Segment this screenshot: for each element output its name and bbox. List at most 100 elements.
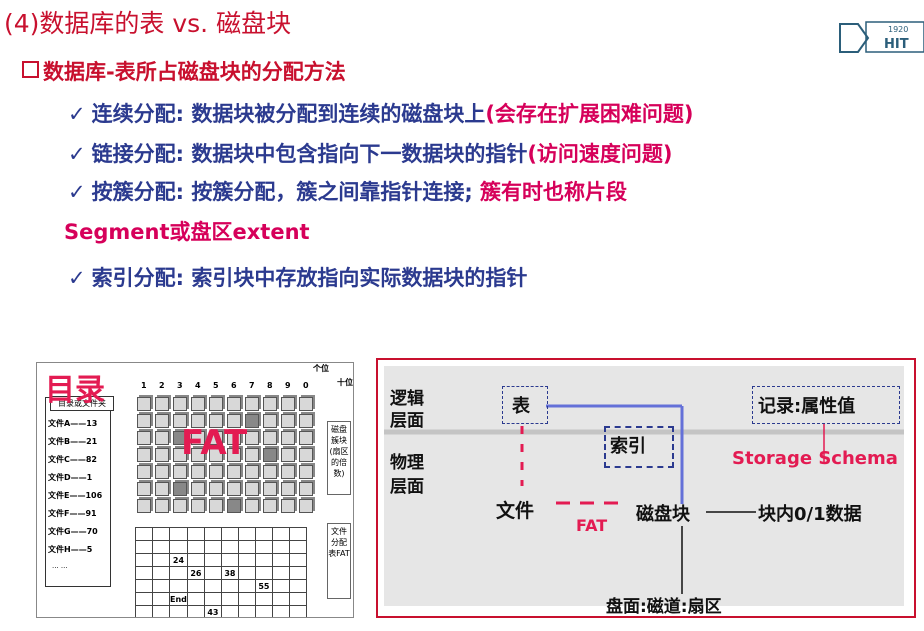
directory-panel: 目录或文件夹 文件A——13 文件B——21 文件C——82 文件D——1 文件… (45, 396, 114, 587)
disk-block-cube (245, 499, 259, 513)
fat-cell: 26 (186, 566, 205, 580)
disk-block-label: 磁盘块 (636, 504, 690, 525)
disk-block-cube (263, 397, 277, 411)
disk-block-cube (227, 465, 241, 479)
check-icon: ✓ (68, 180, 86, 204)
disk-block-cube (263, 431, 277, 445)
disk-block-cube (191, 397, 205, 411)
fat-cell: 38 (220, 566, 239, 580)
column-number: 3 (177, 381, 183, 390)
dir-row: 文件C——82 (48, 455, 98, 464)
disk-block-cube (173, 397, 187, 411)
disk-address-label: 盘面:磁道:扇区 (606, 597, 722, 617)
dir-row: 文件H——5 (48, 545, 93, 554)
check-icon: ✓ (68, 102, 86, 126)
disk-block-cube (155, 448, 169, 462)
disk-block-cube (245, 482, 259, 496)
disk-block-cube (209, 499, 223, 513)
file-label: 文件 (496, 500, 535, 522)
disk-block-cube (155, 482, 169, 496)
fat-cell: 24 (169, 553, 188, 567)
disk-block-cube (137, 499, 151, 513)
fat-cell: End (169, 592, 188, 606)
disk-block-cube (173, 499, 187, 513)
directory-label: 目录 (45, 373, 105, 408)
disk-block-cube (281, 431, 295, 445)
bullet-text: 连续分配: 数据块被分配到连续的磁盘块上 (91, 102, 486, 126)
fat-label: FAT (181, 423, 248, 463)
dir-more: ... ... (52, 562, 68, 570)
bullet-note: (访问速度问题) (527, 142, 673, 166)
page-title: (4)数据库的表 vs. 磁盘块 (4, 9, 292, 38)
column-number: 9 (285, 381, 291, 390)
disk-block-cube (263, 465, 277, 479)
disk-block-cube (227, 482, 241, 496)
dir-row: 文件G——70 (48, 527, 98, 536)
bullet-3-continuation: Segment或盘区extent (64, 220, 310, 244)
disk-block-cube (137, 448, 151, 462)
bullet-text: 链接分配: 数据块中包含指向下一数据块的指针 (91, 142, 528, 166)
disk-block-cube (209, 465, 223, 479)
fat-cell: 55 (254, 579, 273, 593)
tens-label: 十位 (337, 378, 353, 387)
hit-logo: 1920 HIT (839, 21, 924, 53)
column-number: 7 (249, 381, 255, 390)
subtitle-text: 数据库-表所占磁盘块的分配方法 (43, 60, 346, 84)
bullet-note: 簇有时也称片段 (480, 180, 628, 204)
disk-block-cube (299, 448, 313, 462)
disk-block-cube (191, 465, 205, 479)
disk-block-cube (155, 397, 169, 411)
column-number: 1 (141, 381, 147, 390)
column-number: 4 (195, 381, 201, 390)
disk-block-cube (263, 482, 277, 496)
check-icon: ✓ (68, 266, 86, 290)
record-label: 记录:属性值 (758, 396, 856, 417)
disk-block-cube (155, 431, 169, 445)
column-number: 8 (267, 381, 273, 390)
physical-layer-label-2: 层面 (390, 477, 424, 497)
disk-block-cube (281, 482, 295, 496)
disk-block-cube (209, 397, 223, 411)
physical-layer-label: 物理 (390, 453, 424, 473)
disk-block-cube (263, 499, 277, 513)
disk-block-cube (173, 465, 187, 479)
mapping-panel: 逻辑 层面 物理 层面 表 记录:属性值 索引 Storage Schema 文… (384, 366, 904, 617)
disk-block-cube (137, 482, 151, 496)
square-bullet-icon (22, 61, 39, 78)
disk-block-cube (209, 482, 223, 496)
column-number: 6 (231, 381, 237, 390)
disk-block-cube (299, 465, 313, 479)
mapping-diagram: 逻辑 层面 物理 层面 表 记录:属性值 索引 Storage Schema 文… (376, 358, 916, 618)
bullet-item-4: ✓ 索引分配: 索引块中存放指向实际数据块的指针 (68, 262, 527, 292)
disk-block-cube (155, 465, 169, 479)
disk-block-cube (137, 431, 151, 445)
column-number: 0 (303, 381, 309, 390)
bullet-item-3: ✓ 按簇分配: 按簇分配，簇之间靠指针连接; 簇有时也称片段 (68, 176, 627, 206)
disk-block-cube (137, 465, 151, 479)
dir-row: 文件A——13 (48, 419, 98, 428)
disk-block-cube (281, 465, 295, 479)
disk-block-cube (137, 397, 151, 411)
disk-block-cube (155, 414, 169, 428)
check-icon: ✓ (68, 142, 86, 166)
disk-block-cube (137, 414, 151, 428)
dir-row: 文件D——1 (48, 473, 93, 482)
bullet-item-2: ✓ 链接分配: 数据块中包含指向下一数据块的指针(访问速度问题) (68, 138, 673, 168)
bullet-note: (会存在扩展困难问题) (485, 102, 694, 126)
table-label: 表 (512, 396, 530, 417)
disk-block-cube (191, 482, 205, 496)
ones-label: 个位 (313, 364, 329, 373)
dir-row: 文件E——106 (48, 491, 103, 500)
disk-block-cube (227, 397, 241, 411)
disk-block-cube (173, 482, 187, 496)
logo-year: 1920 (888, 25, 908, 34)
storage-schema-label: Storage Schema (732, 448, 898, 469)
disk-block-cube (263, 448, 277, 462)
column-number: 2 (159, 381, 165, 390)
disk-block-cube (281, 499, 295, 513)
fat-table: 24 26 38 55 End 43 (135, 527, 307, 617)
fat-link-label: FAT (576, 516, 608, 535)
disk-block-cube (281, 448, 295, 462)
dir-row: 文件F——91 (48, 509, 97, 518)
disk-block-cube (299, 414, 313, 428)
